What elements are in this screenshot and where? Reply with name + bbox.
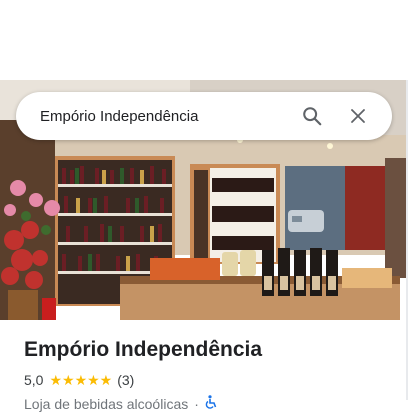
star-rating-icon: ★★★★★ xyxy=(49,371,113,388)
place-title: Empório Independência xyxy=(24,338,263,361)
place-info: Empório Independência 5,0 ★★★★★ (3) Loja… xyxy=(24,336,398,412)
search-input[interactable] xyxy=(40,107,292,125)
rating-row[interactable]: 5,0 ★★★★★ (3) xyxy=(24,370,398,390)
place-category[interactable]: Loja de bebidas alcoólicas xyxy=(24,396,188,412)
rating-value: 5,0 xyxy=(24,372,44,388)
search-bar[interactable] xyxy=(16,92,392,140)
review-count[interactable]: (3) xyxy=(117,372,134,388)
search-icon[interactable] xyxy=(292,96,332,136)
close-icon[interactable] xyxy=(338,96,378,136)
wheelchair-icon xyxy=(205,395,217,412)
category-row: Loja de bebidas alcoólicas · xyxy=(24,395,398,412)
separator: · xyxy=(194,395,199,412)
